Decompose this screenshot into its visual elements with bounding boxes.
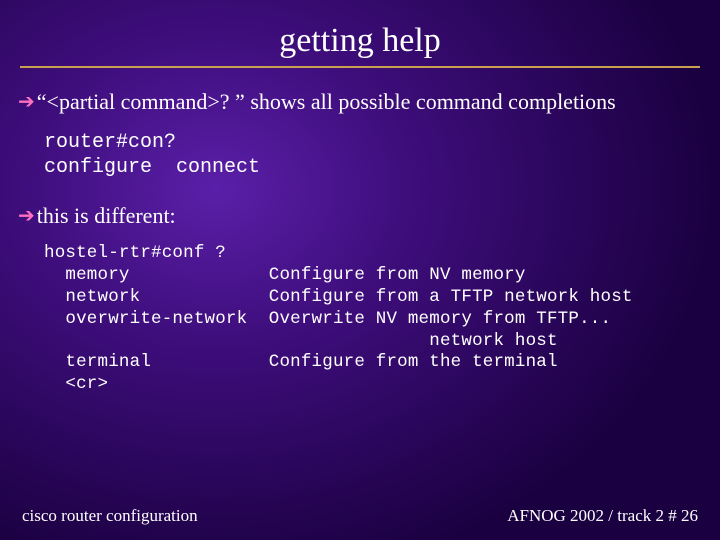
footer-right: AFNOG 2002 / track 2 # 26 — [507, 506, 698, 526]
bullet-text: “<partial command>? ” shows all possible… — [37, 88, 616, 116]
code-example-1: router#con? configure connect — [44, 130, 702, 180]
slide-content: ➔ “<partial command>? ” shows all possib… — [0, 68, 720, 396]
footer-left: cisco router configuration — [22, 506, 198, 526]
slide-title: getting help — [0, 0, 720, 60]
code-example-2: hostel-rtr#conf ? memory Configure from … — [44, 243, 702, 396]
slide-footer: cisco router configuration AFNOG 2002 / … — [0, 506, 720, 526]
arrow-icon: ➔ — [18, 90, 35, 114]
bullet-item: ➔ “<partial command>? ” shows all possib… — [18, 88, 702, 116]
arrow-icon: ➔ — [18, 204, 35, 228]
bullet-item: ➔ this is different: — [18, 202, 702, 230]
bullet-text: this is different: — [37, 202, 176, 230]
